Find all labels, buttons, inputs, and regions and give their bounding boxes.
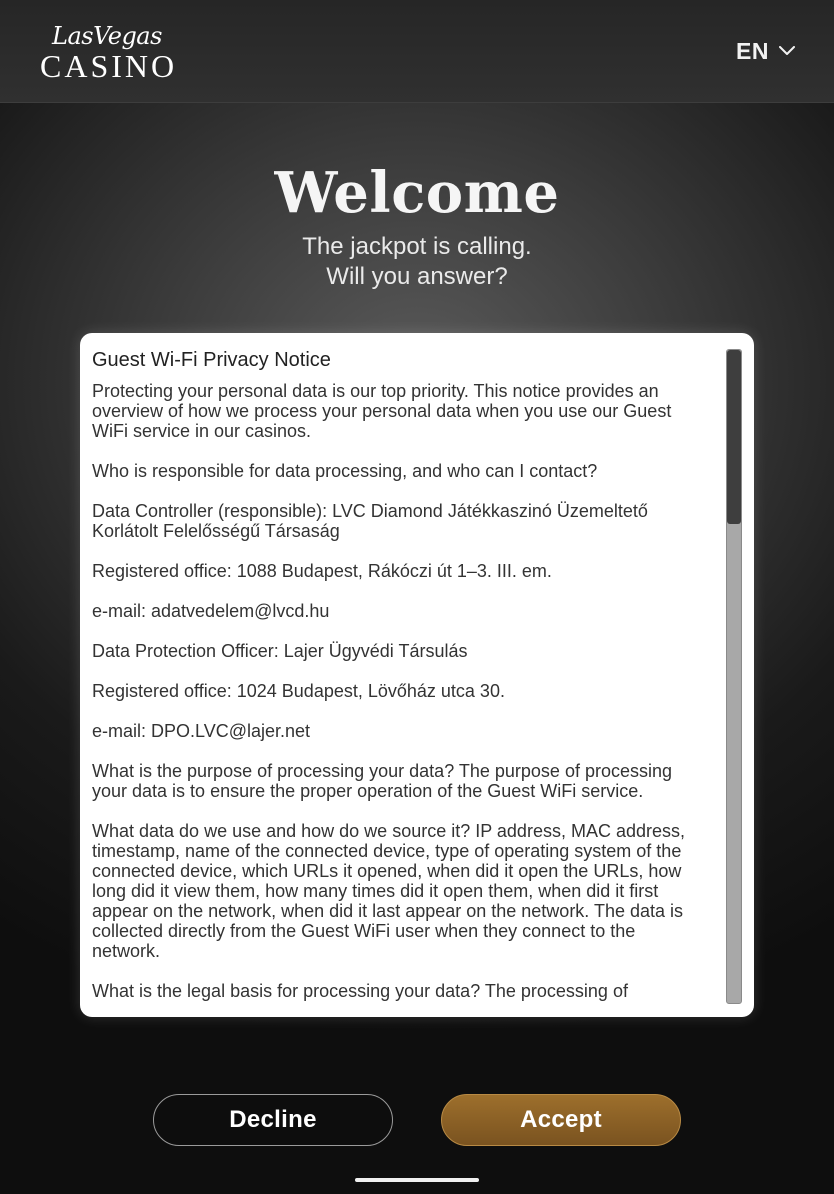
- privacy-notice-title: Guest Wi-Fi Privacy Notice: [92, 349, 331, 371]
- privacy-notice-text[interactable]: Guest Wi-Fi Privacy Notice Protecting yo…: [92, 347, 704, 1017]
- notice-paragraph: What data do we use and how do we source…: [92, 821, 685, 961]
- notice-paragraph: e-mail: DPO.LVC@lajer.net: [92, 721, 311, 741]
- accept-button[interactable]: Accept: [441, 1094, 681, 1146]
- notice-paragraph: Registered office: 1088 Budapest, Rákócz…: [92, 561, 552, 581]
- notice-paragraph: What is the purpose of processing your d…: [92, 761, 673, 801]
- welcome-subtitle-line-1: The jackpot is calling.: [302, 233, 532, 260]
- notice-paragraph: Data Protection Officer: Lajer Ügyvédi T…: [92, 641, 468, 661]
- welcome-title: Welcome: [274, 160, 560, 226]
- notice-paragraph: Protecting your personal data is our top…: [92, 381, 672, 441]
- language-label: EN: [736, 37, 769, 64]
- notice-paragraph: What is the legal basis for processing y…: [92, 981, 628, 1001]
- top-bar: LasVegas CASINO EN: [0, 0, 834, 103]
- welcome-subtitle-line-2: Will you answer?: [326, 263, 508, 290]
- chevron-down-icon: [778, 46, 795, 56]
- privacy-notice-panel[interactable]: Guest Wi-Fi Privacy Notice Protecting yo…: [80, 333, 754, 1017]
- notice-paragraph: Registered office: 1024 Budapest, Lövőhá…: [92, 681, 505, 701]
- logo-wordmark: CASINO: [40, 48, 178, 84]
- welcome-section: Welcome The jackpot is calling. Will you…: [0, 158, 834, 292]
- notice-scrollbar[interactable]: [726, 349, 742, 1004]
- language-selector[interactable]: EN: [736, 36, 795, 66]
- home-indicator: [355, 1178, 479, 1182]
- logo-script-text: LasVegas: [52, 22, 162, 50]
- decline-button[interactable]: Decline: [153, 1094, 393, 1146]
- welcome-subtitle: The jackpot is calling. Will you answer?: [0, 232, 834, 292]
- notice-paragraph: Who is responsible for data processing, …: [92, 461, 598, 481]
- casino-logo[interactable]: LasVegas CASINO: [40, 22, 178, 84]
- notice-scrollbar-thumb[interactable]: [727, 350, 741, 524]
- notice-paragraph: Data Controller (responsible): LVC Diamo…: [92, 501, 648, 541]
- notice-paragraph: e-mail: adatvedelem@lvcd.hu: [92, 601, 330, 621]
